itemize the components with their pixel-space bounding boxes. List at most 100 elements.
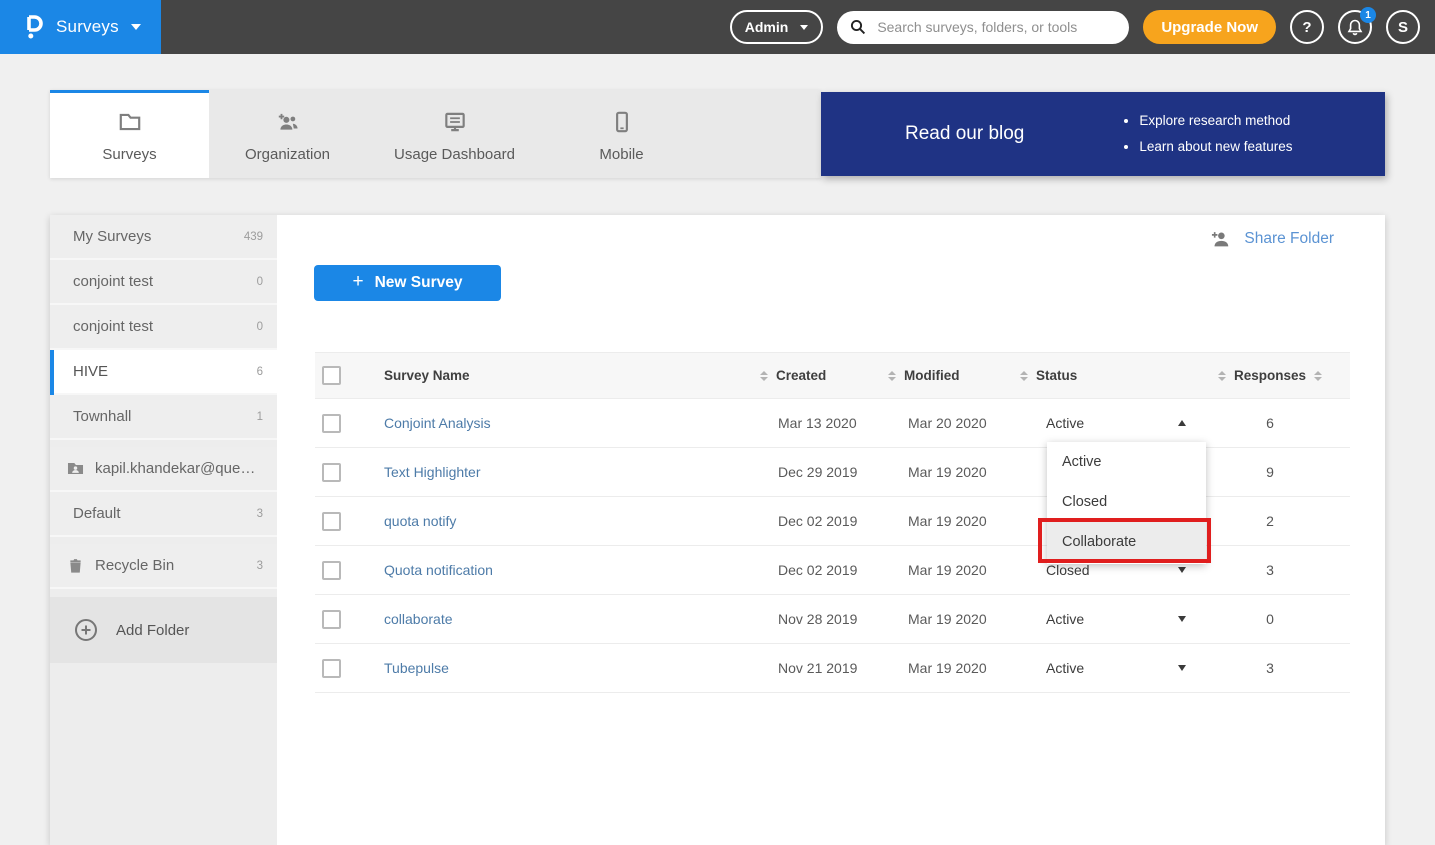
- column-modified-label: Modified: [904, 368, 960, 383]
- survey-name-link[interactable]: Conjoint Analysis: [384, 415, 491, 431]
- status-dropdown-toggle[interactable]: [1178, 616, 1186, 622]
- sidebar-item-kapil-khandekar-que[interactable]: kapil.khandekar@que…: [50, 447, 277, 492]
- modified-date: Mar 19 2020: [888, 611, 987, 627]
- tab-surveys[interactable]: Surveys: [50, 90, 209, 178]
- sort-icon[interactable]: [888, 371, 896, 381]
- share-folder-button[interactable]: Share Folder: [1209, 228, 1334, 250]
- admin-dropdown[interactable]: Admin: [730, 10, 824, 44]
- row-checkbox[interactable]: [322, 512, 341, 531]
- created-date: Dec 02 2019: [760, 513, 857, 529]
- folder-count: 3: [257, 508, 263, 520]
- plus-icon: +: [353, 271, 364, 293]
- status-option-collaborate[interactable]: Collaborate: [1047, 522, 1206, 562]
- sidebar-item-conjoint-test[interactable]: conjoint test 0: [50, 260, 277, 305]
- topbar-actions: Admin Upgrade Now ? 1 S: [730, 10, 1435, 44]
- column-created[interactable]: Created: [760, 368, 888, 383]
- upgrade-now-button[interactable]: Upgrade Now: [1143, 10, 1276, 44]
- status-option-closed[interactable]: Closed: [1047, 482, 1206, 522]
- created-date: Dec 29 2019: [760, 464, 857, 480]
- sidebar-item-townhall[interactable]: Townhall 1: [50, 395, 277, 440]
- status-dropdown-toggle[interactable]: [1178, 567, 1186, 573]
- sidebar-item-default[interactable]: Default 3: [50, 492, 277, 537]
- global-search: [837, 11, 1129, 44]
- add-person-icon: [1209, 228, 1231, 250]
- folder-list: My Surveys 439 conjoint test 0 conjoint …: [50, 215, 277, 589]
- search-input[interactable]: [875, 18, 1116, 36]
- column-survey-name[interactable]: Survey Name: [370, 368, 760, 383]
- add-folder-button[interactable]: Add Folder: [50, 597, 277, 663]
- product-switcher[interactable]: Surveys: [0, 0, 161, 54]
- survey-name-link[interactable]: collaborate: [384, 611, 453, 627]
- sort-icon[interactable]: [1314, 371, 1322, 381]
- survey-name-link[interactable]: quota notify: [384, 513, 456, 529]
- status-dropdown-toggle[interactable]: [1178, 665, 1186, 671]
- column-status[interactable]: Status: [1020, 368, 1190, 383]
- sort-icon[interactable]: [1020, 371, 1028, 381]
- add-folder-label: Add Folder: [116, 622, 189, 639]
- trash-icon: [66, 556, 85, 575]
- sort-icon[interactable]: [1218, 371, 1226, 381]
- table-row: Conjoint Analysis Mar 13 2020 Mar 20 202…: [315, 399, 1350, 448]
- status-option-active[interactable]: Active: [1047, 442, 1206, 482]
- new-survey-button[interactable]: + New Survey: [314, 265, 501, 301]
- responses-count: 3: [1266, 660, 1274, 676]
- column-responses-label: Responses: [1234, 368, 1306, 383]
- sidebar-item-hive[interactable]: HIVE 6: [50, 350, 277, 395]
- tab-mobile[interactable]: Mobile: [543, 90, 700, 178]
- folder-label: My Surveys: [73, 228, 151, 245]
- folder-count: 0: [257, 321, 263, 333]
- folder-count: 6: [257, 366, 263, 378]
- tab-usage-dashboard[interactable]: Usage Dashboard: [366, 90, 543, 178]
- row-checkbox[interactable]: [322, 463, 341, 482]
- page: Surveys Admin Upgrade Now ? 1 S: [0, 0, 1435, 845]
- tab-label: Organization: [245, 146, 330, 163]
- folder-label: conjoint test: [73, 318, 153, 335]
- tab-organization[interactable]: Organization: [209, 90, 366, 178]
- row-checkbox[interactable]: [322, 659, 341, 678]
- row-checkbox[interactable]: [322, 414, 341, 433]
- banner-title: Read our blog: [905, 123, 1024, 145]
- folder-label: conjoint test: [73, 273, 153, 290]
- status-value: Active: [1046, 611, 1084, 627]
- responses-count: 2: [1266, 513, 1274, 529]
- sort-icon[interactable]: [760, 371, 768, 381]
- table-header-row: Survey Name Created Modified Status: [315, 352, 1350, 399]
- row-checkbox[interactable]: [322, 561, 341, 580]
- notification-badge: 1: [1360, 7, 1376, 23]
- shared-folder-icon: [66, 459, 85, 478]
- folder-label: Townhall: [73, 408, 131, 425]
- status-dropdown-menu: ActiveClosedCollaborate: [1047, 442, 1206, 564]
- notifications-button[interactable]: 1: [1338, 10, 1372, 44]
- usage-dashboard-icon: [442, 109, 468, 135]
- folder-label: kapil.khandekar@que…: [95, 460, 255, 477]
- tab-strip: Surveys Organization Usage Dashboard Mob…: [50, 90, 821, 178]
- folder-icon: [117, 109, 143, 135]
- column-responses[interactable]: Responses: [1190, 368, 1350, 383]
- folder-count: 0: [257, 276, 263, 288]
- blog-banner[interactable]: Read our blog Explore research methodLea…: [821, 92, 1385, 176]
- status-dropdown-toggle[interactable]: [1178, 420, 1186, 426]
- column-modified[interactable]: Modified: [888, 368, 1020, 383]
- created-date: Nov 28 2019: [760, 611, 857, 627]
- folder-count: 1: [257, 411, 263, 423]
- banner-bullet: Explore research method: [1139, 108, 1292, 134]
- share-folder-label: Share Folder: [1244, 230, 1334, 248]
- sidebar-item-my-surveys[interactable]: My Surveys 439: [50, 215, 277, 260]
- status-value: Active: [1046, 660, 1084, 676]
- status-value: Closed: [1046, 562, 1090, 578]
- responses-count: 6: [1266, 415, 1274, 431]
- select-all-checkbox[interactable]: [322, 366, 341, 385]
- folder-count: 439: [244, 231, 263, 243]
- responses-count: 0: [1266, 611, 1274, 627]
- row-checkbox[interactable]: [322, 610, 341, 629]
- sidebar-item-conjoint-test[interactable]: conjoint test 0: [50, 305, 277, 350]
- created-date: Dec 02 2019: [760, 562, 857, 578]
- table-row: collaborate Nov 28 2019 Mar 19 2020 Acti…: [315, 595, 1350, 644]
- chevron-down-icon: [131, 24, 141, 30]
- survey-name-link[interactable]: Quota notification: [384, 562, 493, 578]
- sidebar-item-recycle-bin[interactable]: Recycle Bin 3: [50, 544, 277, 589]
- help-button[interactable]: ?: [1290, 10, 1324, 44]
- avatar[interactable]: S: [1386, 10, 1420, 44]
- survey-name-link[interactable]: Tubepulse: [384, 660, 449, 676]
- survey-name-link[interactable]: Text Highlighter: [384, 464, 481, 480]
